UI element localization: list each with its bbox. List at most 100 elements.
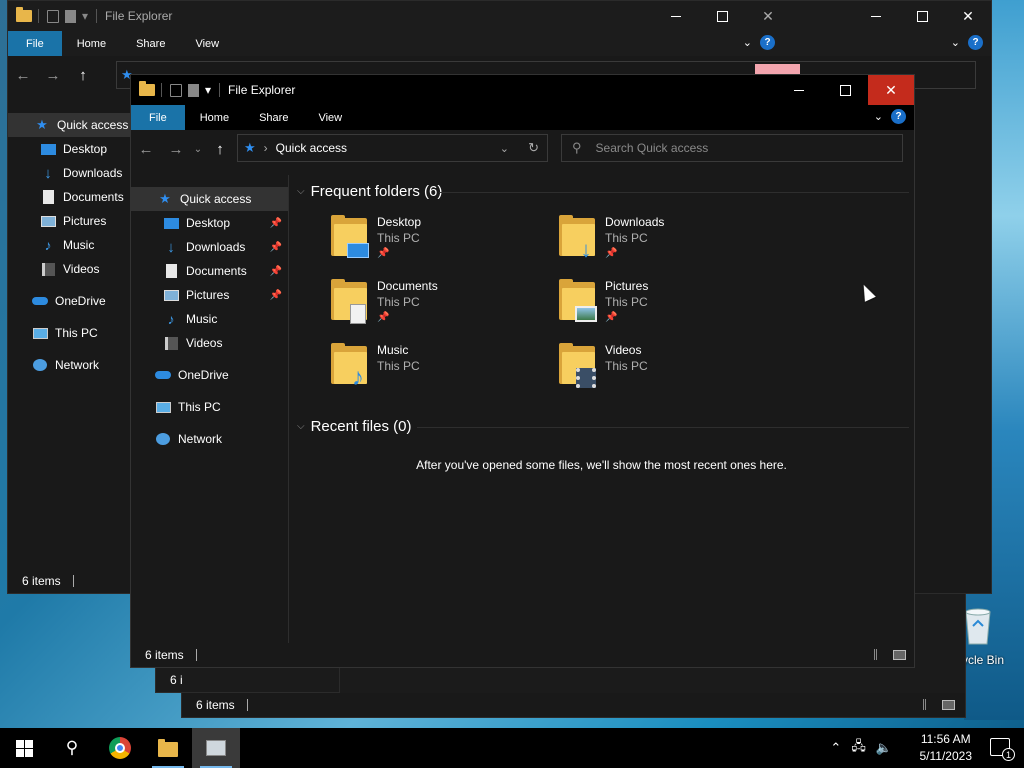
back-tree-item-desktop[interactable]: Desktop [8, 137, 131, 161]
back1-inner-maximize-button[interactable] [699, 1, 745, 31]
view-buttons[interactable] [874, 649, 906, 660]
tab-file[interactable]: File [131, 105, 185, 130]
back-arrow-icon[interactable]: ← [131, 141, 161, 158]
recent-files-header[interactable]: ⌵ Recent files (0) [297, 418, 411, 435]
network-status-icon[interactable]: 🖧 [851, 737, 866, 759]
up-arrow-icon[interactable]: ↑ [68, 67, 98, 84]
collapse-chevron-icon[interactable]: ⌵ [297, 186, 305, 197]
ribbon-expand-icon[interactable]: ⌄ [951, 36, 960, 49]
tree-label: OneDrive [178, 368, 229, 382]
folder-tile-documents[interactable]: Documents This PC 📌 [331, 278, 551, 338]
back1-maximize-button[interactable] [899, 1, 945, 31]
tray-expand-icon[interactable]: ⌃ [830, 740, 841, 756]
details-view-icon[interactable] [923, 699, 936, 710]
qat-dropdown-icon[interactable]: ▾ [82, 9, 88, 23]
back1-inner-minimize-button[interactable] [653, 1, 699, 31]
tab-home[interactable]: Home [185, 105, 244, 130]
forward-arrow-icon[interactable]: → [38, 67, 68, 84]
large-icons-view-icon[interactable] [942, 699, 955, 710]
help-icon[interactable]: ? [968, 35, 983, 50]
back-tree-item-network[interactable]: Network [8, 353, 131, 377]
clock[interactable]: 11:56 AM 5/11/2023 [920, 731, 973, 765]
folder-icon [139, 81, 155, 97]
start-button[interactable] [0, 728, 48, 768]
collapse-chevron-icon[interactable]: ⌵ [297, 421, 305, 432]
quick-access-toolbar[interactable]: ▾ [36, 9, 99, 23]
back1-close-button[interactable]: ✕ [945, 1, 991, 31]
close-button[interactable]: ✕ [868, 75, 914, 105]
forward-arrow-icon[interactable]: → [161, 141, 191, 158]
folder-name: Music [377, 343, 409, 357]
tab-file[interactable]: File [8, 31, 62, 56]
new-folder-icon[interactable] [188, 83, 199, 97]
tree-item-this-pc[interactable]: This PC [131, 395, 288, 419]
pin-icon[interactable]: 📌 [270, 266, 282, 277]
taskbar-active-app[interactable] [192, 728, 240, 768]
tab-view[interactable]: View [180, 31, 234, 56]
pin-icon[interactable]: 📌 [270, 218, 282, 229]
tab-view[interactable]: View [303, 105, 357, 130]
back1-minimize-button[interactable] [853, 1, 899, 31]
new-folder-icon[interactable] [65, 9, 76, 23]
tab-home[interactable]: Home [62, 31, 121, 56]
address-bar[interactable]: ★ › Quick access ⌄ ↻ [237, 134, 548, 162]
refresh-icon[interactable]: ↻ [528, 140, 539, 156]
tab-share[interactable]: Share [121, 31, 180, 56]
back3-view-buttons[interactable] [923, 699, 955, 710]
maximize-button[interactable] [822, 75, 868, 105]
taskbar-chrome[interactable] [96, 728, 144, 768]
folder-tile-videos[interactable]: Videos This PC [559, 342, 779, 402]
tab-share[interactable]: Share [244, 105, 303, 130]
tree-item-downloads[interactable]: ↓ Downloads 📌 [131, 235, 288, 259]
main-titlebar[interactable]: ▾ File Explorer ✕ [131, 75, 914, 105]
qat-dropdown-icon[interactable]: ▾ [205, 83, 211, 97]
address-dropdown-icon[interactable]: ⌄ [500, 142, 509, 155]
properties-icon[interactable] [170, 83, 182, 97]
tree-item-quick-access[interactable]: ★ Quick access [131, 187, 288, 211]
back-tree-item-onedrive[interactable]: OneDrive [8, 289, 131, 313]
tree-item-pictures[interactable]: Pictures 📌 [131, 283, 288, 307]
explorer-window-main[interactable]: ▾ File Explorer ✕ File Home Share View ⌄… [130, 74, 915, 668]
tree-item-documents[interactable]: Documents 📌 [131, 259, 288, 283]
tree-item-videos[interactable]: Videos [131, 331, 288, 355]
search-input[interactable]: ⚲ Search Quick access [561, 134, 903, 162]
back-tree-item-this-pc[interactable]: This PC [8, 321, 131, 345]
breadcrumb-quick-access[interactable]: Quick access [276, 141, 347, 155]
search-button[interactable]: ⚲ [48, 728, 96, 768]
pin-icon[interactable]: 📌 [270, 242, 282, 253]
back-tree-item-downloads[interactable]: ↓ Downloads [8, 161, 131, 185]
back-tree-item-pictures[interactable]: Pictures [8, 209, 131, 233]
tree-item-onedrive[interactable]: OneDrive [131, 363, 288, 387]
taskbar-file-explorer[interactable] [144, 728, 192, 768]
notification-center-icon[interactable]: 1 [990, 738, 1015, 761]
pin-icon[interactable]: 📌 [270, 290, 282, 301]
back-tree-item-music[interactable]: ♪ Music [8, 233, 131, 257]
back1-inner-close-button[interactable]: ✕ [745, 1, 791, 31]
minimize-button[interactable] [776, 75, 822, 105]
volume-icon[interactable]: 🔈 [876, 740, 892, 756]
folder-tile-downloads[interactable]: ↓ Downloads This PC 📌 [559, 214, 779, 274]
up-arrow-icon[interactable]: ↑ [205, 141, 235, 158]
ribbon-expand-icon[interactable]: ⌄ [874, 110, 883, 123]
details-view-icon[interactable] [874, 649, 887, 660]
back1-titlebar[interactable]: ▾ File Explorer ✕ ✕ [8, 1, 991, 31]
properties-icon[interactable] [47, 9, 59, 23]
back-tree-item-documents[interactable]: Documents [8, 185, 131, 209]
tree-item-music[interactable]: ♪ Music [131, 307, 288, 331]
help-icon[interactable]: ? [760, 35, 775, 50]
help-icon[interactable]: ? [891, 109, 906, 124]
back-arrow-icon[interactable]: ← [8, 67, 38, 84]
folder-tile-pictures[interactable]: Pictures This PC 📌 [559, 278, 779, 338]
folder-tile-music[interactable]: ♪ Music This PC [331, 342, 551, 402]
tree-item-desktop[interactable]: Desktop 📌 [131, 211, 288, 235]
back-tree-item-videos[interactable]: Videos [8, 257, 131, 281]
frequent-folders-header[interactable]: ⌵ Frequent folders (6) [297, 183, 442, 200]
back-tree-item-quick-access[interactable]: ★ Quick access [8, 113, 131, 137]
quick-access-toolbar[interactable]: ▾ [159, 83, 222, 97]
explorer-window-back-2[interactable]: 6 i [155, 665, 340, 693]
folder-tile-desktop[interactable]: Desktop This PC 📌 [331, 214, 551, 274]
ribbon-expand-icon[interactable]: ⌄ [743, 36, 752, 49]
recent-locations-icon[interactable]: ⌄ [191, 144, 205, 155]
tree-item-network[interactable]: Network [131, 427, 288, 451]
large-icons-view-icon[interactable] [893, 649, 906, 660]
